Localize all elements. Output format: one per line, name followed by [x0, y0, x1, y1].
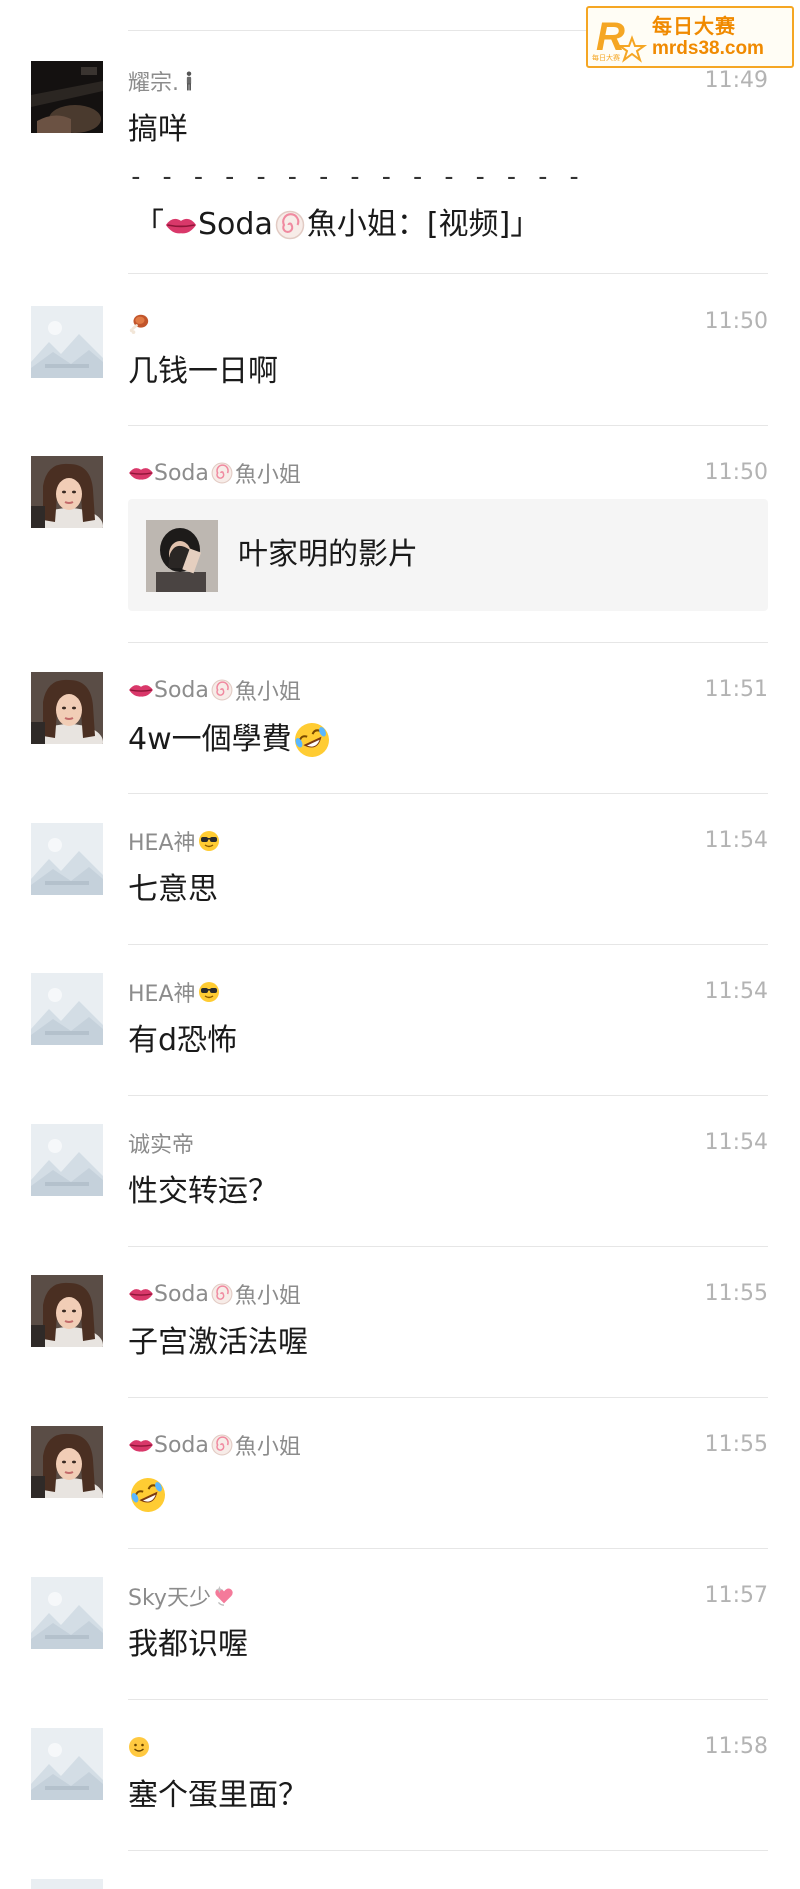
- avatar[interactable]: [31, 456, 103, 528]
- sunglasses-face-icon: [198, 830, 220, 852]
- message-time: 11:57: [704, 1583, 768, 1608]
- message-text: 七意思: [128, 872, 218, 907]
- sender-name: 诚实帝: [128, 1133, 195, 1158]
- avatar[interactable]: [31, 1124, 103, 1196]
- lips-icon: [128, 681, 154, 699]
- svg-text:R: R: [596, 15, 625, 59]
- sender-name: Soda 魚小姐: [128, 1279, 301, 1309]
- quote-divider: - - - - - - - - - - - - - - -: [128, 162, 582, 192]
- lips-icon: [128, 1285, 154, 1303]
- separator: [128, 944, 768, 945]
- message-time: 11:50: [704, 309, 768, 334]
- message-time: 11:51: [704, 677, 768, 702]
- avatar[interactable]: [31, 1275, 103, 1347]
- message-time: 11:54: [704, 1130, 768, 1155]
- sender-name: HEA神: [128, 826, 220, 856]
- sender-name: Soda 魚小姐: [128, 675, 301, 705]
- fishcake-icon: [211, 679, 233, 701]
- watermark-badge: R 每日大赛 每日大赛 mrds38.com: [586, 6, 794, 68]
- sender-name: Sky天少: [128, 1581, 235, 1611]
- message-text: 搞咩: [128, 112, 188, 147]
- message-time: 11:58: [704, 1734, 768, 1759]
- avatar[interactable]: [31, 672, 103, 744]
- rolling-laughing-icon: [292, 720, 332, 760]
- separator: [128, 1095, 768, 1096]
- fishcake-icon: [275, 210, 305, 240]
- quoted-message[interactable]: 「 Soda 魚小姐 ： [视频] 」: [134, 205, 540, 245]
- sender-name: [128, 308, 150, 338]
- message-text: 有d恐怖: [128, 1023, 238, 1058]
- sender-name: Soda 魚小姐: [128, 1430, 301, 1460]
- fishcake-icon: [211, 1434, 233, 1456]
- avatar[interactable]: [31, 1879, 103, 1889]
- meat-on-bone-icon: [128, 312, 150, 334]
- avatar[interactable]: [31, 823, 103, 895]
- avatar[interactable]: [31, 61, 103, 133]
- sparkle-heart-icon: [213, 1585, 235, 1607]
- sender-name: [128, 1732, 150, 1762]
- svg-text:每日大赛: 每日大赛: [592, 53, 620, 62]
- video-share-card[interactable]: 叶家明的影片: [128, 499, 768, 611]
- separator: [128, 1699, 768, 1700]
- separator: [128, 1850, 768, 1851]
- sender-name: HEA神: [128, 977, 220, 1007]
- sender-name: Soda 魚小姐: [128, 458, 301, 488]
- avatar[interactable]: [31, 1728, 103, 1800]
- message-text: 性交转运？: [128, 1174, 278, 1209]
- fishcake-icon: [211, 1283, 233, 1305]
- separator: [128, 425, 768, 426]
- fishcake-icon: [211, 462, 233, 484]
- message-text: [128, 1474, 168, 1515]
- sunglasses-face-icon: [198, 981, 220, 1003]
- standing-person-icon: [183, 70, 195, 92]
- separator: [128, 1246, 768, 1247]
- watermark-title: 每日大赛: [652, 14, 736, 38]
- video-thumbnail: [146, 520, 218, 592]
- avatar[interactable]: [31, 1426, 103, 1498]
- smiling-face-icon: [128, 1736, 150, 1758]
- message-time: 11:54: [704, 828, 768, 853]
- message-text: 我都识喔: [128, 1627, 248, 1662]
- separator: [128, 1548, 768, 1549]
- message-time: 11:49: [704, 68, 768, 93]
- watermark-url: mrds38.com: [652, 38, 764, 59]
- lips-icon: [128, 1436, 154, 1454]
- avatar[interactable]: [31, 973, 103, 1045]
- separator: [128, 642, 768, 643]
- avatar[interactable]: [31, 306, 103, 378]
- separator: [128, 793, 768, 794]
- message-text: 塞个蛋里面？: [128, 1778, 308, 1813]
- lips-icon: [164, 214, 198, 236]
- rolling-laughing-icon: [128, 1475, 168, 1515]
- lips-icon: [128, 464, 154, 482]
- sender-name: 耀宗.: [128, 66, 195, 96]
- separator: [128, 273, 768, 274]
- video-card-title: 叶家明的影片: [238, 537, 418, 572]
- message-text: 几钱一日啊: [128, 354, 278, 389]
- message-text: 4w一個學費: [128, 720, 332, 760]
- separator: [128, 1397, 768, 1398]
- message-time: 11:50: [704, 460, 768, 485]
- avatar[interactable]: [31, 1577, 103, 1649]
- message-time: 11:54: [704, 979, 768, 1004]
- watermark-logo-icon: R 每日大赛: [588, 8, 650, 66]
- message-time: 11:55: [704, 1281, 768, 1306]
- message-time: 11:55: [704, 1432, 768, 1457]
- message-text: 子宫激活法喔: [128, 1325, 308, 1360]
